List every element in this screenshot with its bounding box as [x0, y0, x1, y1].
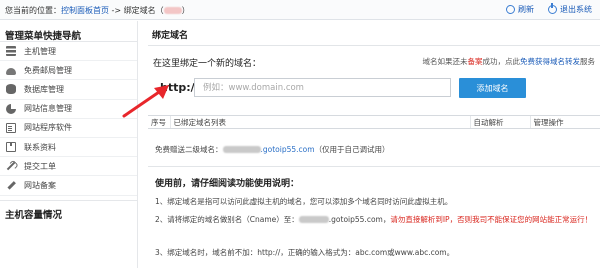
free-forwarding-link[interactable]: 免费获得域名转发 [520, 57, 580, 66]
usage-note-2-warning: 请勿直接解析到IP，否则我司不能保证您的网站能正常运行！ [390, 215, 593, 224]
host-capacity-title: 主机容量情况 [0, 199, 137, 221]
column-header-actions: 管理操作 [529, 115, 600, 129]
breadcrumb-close: ） [181, 6, 190, 15]
redacted-subdomain [298, 216, 329, 223]
free-subdomain-line: 免费赠送二级域名： .gotoip55.com（仅用于自己调试用） [155, 144, 390, 155]
add-domain-button[interactable]: 添加域名 [459, 78, 526, 98]
redacted-domain [163, 7, 182, 14]
divider [148, 45, 600, 46]
server-icon [6, 46, 16, 57]
column-header-auto-resolve: 自动解析 [469, 115, 530, 129]
breadcrumb: 您当前的位置：控制面板首页 -> 绑定域名（ ） [5, 5, 190, 16]
main-panel: 绑定域名 在这里绑定一个新的域名： 域名如果还未备案成功，点此免费获得域名转发服… [139, 21, 600, 268]
forwarding-hint: 域名如果还未备案成功，点此免费获得域名转发服务 [423, 56, 596, 67]
sidebar: 管理菜单快捷导航 主机管理 免费邮局管理 数据库管理 网站信息管理 网站程序软件… [0, 21, 138, 268]
usage-note-2: 2、请将绑定的域名做别名（Cname）至： .gotoip55.com，请勿直接解… [155, 214, 592, 225]
sidebar-item-label: 网站信息管理 [24, 104, 72, 114]
table-header-row: 序号 已绑定域名列表 自动解析 管理操作 [148, 115, 600, 129]
sidebar-item-label: 数据库管理 [24, 84, 64, 94]
sidebar-item-submit-ticket[interactable]: 提交工单 [0, 157, 137, 177]
bound-domains-table: 序号 已绑定域名列表 自动解析 管理操作 [148, 115, 600, 129]
divider [148, 166, 600, 167]
breadcrumb-separator: -> [109, 6, 124, 15]
refresh-label: 刷新 [518, 5, 534, 14]
pen-icon [6, 180, 16, 190]
package-icon [6, 142, 16, 153]
hint-suffix: 服务 [580, 57, 595, 66]
usage-note-2-prefix: 2、请将绑定的域名做别名（Cname）至： [155, 215, 299, 224]
hint-mid: 成功，点此 [482, 57, 521, 66]
usage-note-2-domain: .gotoip55.com， [328, 215, 391, 224]
sidebar-item-label: 联系资料 [24, 142, 56, 152]
sidebar-item-label: 主机管理 [24, 46, 56, 56]
redacted-subdomain [222, 146, 261, 153]
logout-button[interactable]: 退出系统 [548, 3, 592, 15]
free-subdomain-prefix: 免费赠送二级域名： [155, 145, 223, 154]
sidebar-title: 管理菜单快捷导航 [0, 21, 137, 42]
breadcrumb-home-link[interactable]: 控制面板首页 [61, 6, 109, 15]
wrench-icon [4, 159, 18, 173]
top-bar: 您当前的位置：控制面板首页 -> 绑定域名（ ） 刷新 退出系统 [0, 0, 600, 20]
breadcrumb-current: 绑定域名（ [123, 6, 164, 15]
top-actions: 刷新 退出系统 [506, 3, 592, 15]
annotation-arrow-icon [122, 85, 169, 118]
database-icon [6, 84, 16, 95]
column-header-domain-list: 已绑定域名列表 [169, 115, 470, 129]
sidebar-item-site-software[interactable]: 网站程序软件 [0, 119, 137, 138]
hint-filing-word: 备案 [467, 57, 483, 66]
hint-prefix: 域名如果还未 [422, 57, 468, 66]
breadcrumb-prefix: 您当前的位置： [5, 6, 61, 15]
sidebar-item-host-management[interactable]: 主机管理 [0, 42, 137, 62]
domain-input[interactable] [194, 78, 451, 97]
logout-label: 退出系统 [560, 5, 592, 14]
sidebar-item-contact-info[interactable]: 联系资料 [0, 138, 137, 158]
page-title: 绑定域名 [152, 31, 189, 41]
usage-note-3: 3、绑定域名时，域名前不加：http://，正确的输入格式为：abc.com或w… [155, 248, 455, 257]
usage-notice-title: 使用前，请仔细阅读功能使用说明： [155, 179, 300, 189]
document-icon [6, 122, 16, 133]
sidebar-item-database-management[interactable]: 数据库管理 [0, 80, 137, 100]
sidebar-item-label: 提交工单 [24, 161, 56, 171]
sidebar-item-label: 网站备案 [24, 180, 56, 190]
sidebar-item-mail-management[interactable]: 免费邮局管理 [0, 61, 137, 81]
usage-note-1: 1、绑定域名是指可以访问此虚拟主机的域名，您可以添加多个域名同时访问此虚拟主机。 [155, 197, 453, 206]
sidebar-item-site-info[interactable]: 网站信息管理 [0, 100, 137, 119]
bind-heading: 在这里绑定一个新的域名： [153, 59, 262, 69]
refresh-button[interactable]: 刷新 [506, 4, 534, 15]
power-icon [548, 3, 557, 14]
cloud-icon [6, 68, 16, 76]
free-subdomain-suffix: （仅用于自己调试用） [314, 145, 390, 154]
refresh-icon [506, 5, 515, 14]
sidebar-item-label: 免费邮局管理 [24, 65, 72, 75]
free-subdomain-link[interactable]: .gotoip55.com [261, 145, 315, 154]
sidebar-item-label: 网站程序软件 [24, 123, 72, 133]
pie-chart-icon [6, 103, 16, 114]
sidebar-item-site-filing[interactable]: 网站备案 [0, 176, 137, 196]
